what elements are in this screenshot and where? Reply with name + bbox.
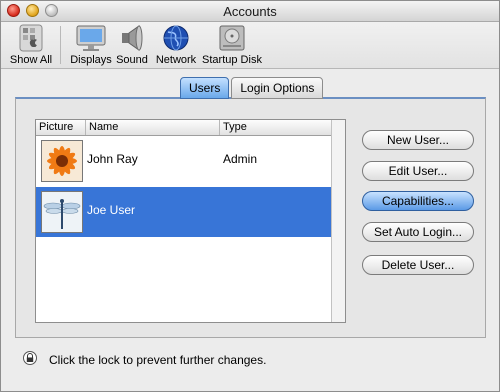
new-user-button[interactable]: New User... (362, 130, 474, 150)
toolbar-label: Show All (9, 54, 53, 66)
tab-users[interactable]: Users (180, 77, 230, 99)
window-title: Accounts (223, 4, 277, 19)
toolbar-label: Sound (116, 54, 148, 66)
flower-picture (41, 140, 83, 182)
toolbar-separator (60, 26, 61, 64)
title-bar[interactable]: Accounts (1, 1, 499, 22)
toolbar-label: Startup Disk (202, 54, 262, 66)
column-type[interactable]: Type (220, 120, 332, 135)
user-name: Joe User (87, 203, 136, 217)
toolbar: Show All Displays Sound Network Startup … (1, 22, 499, 69)
user-type: Admin (223, 152, 258, 166)
monitor-icon (74, 24, 108, 52)
accounts-window: Accounts Show All Displays Sound Network… (0, 0, 500, 392)
toolbar-label: Displays (70, 54, 112, 66)
user-list[interactable]: Picture Name Type John Ray Admin Joe Use… (35, 119, 346, 323)
toolbar-label: Network (155, 54, 197, 66)
capabilities-button[interactable]: Capabilities... (362, 191, 474, 211)
toolbar-show-all[interactable]: Show All (9, 24, 53, 66)
table-row[interactable]: John Ray Admin (36, 136, 332, 186)
toolbar-network[interactable]: Network (154, 24, 198, 66)
set-auto-login-button[interactable]: Set Auto Login... (362, 222, 474, 242)
column-name[interactable]: Name (86, 120, 220, 135)
toolbar-sound[interactable]: Sound (115, 24, 149, 66)
toolbar-startup-disk[interactable]: Startup Disk (202, 24, 262, 66)
tab-strip: Users Login Options (180, 77, 325, 99)
list-header: Picture Name Type (36, 120, 345, 136)
toolbar-displays[interactable]: Displays (69, 24, 113, 66)
column-picture[interactable]: Picture (36, 120, 86, 135)
user-name: John Ray (87, 152, 138, 166)
apple-grid-icon (14, 24, 48, 52)
lock-icon[interactable] (23, 351, 37, 365)
lock-status-text: Click the lock to prevent further change… (49, 353, 267, 367)
dragonfly-picture (41, 191, 83, 233)
delete-user-button[interactable]: Delete User... (362, 255, 474, 275)
globe-icon (159, 24, 193, 52)
list-scrollbar[interactable] (331, 120, 345, 322)
edit-user-button[interactable]: Edit User... (362, 161, 474, 181)
hard-disk-icon (215, 24, 249, 52)
speaker-icon (115, 24, 149, 52)
table-row[interactable]: Joe User (36, 187, 332, 237)
tab-login-options[interactable]: Login Options (231, 77, 324, 99)
